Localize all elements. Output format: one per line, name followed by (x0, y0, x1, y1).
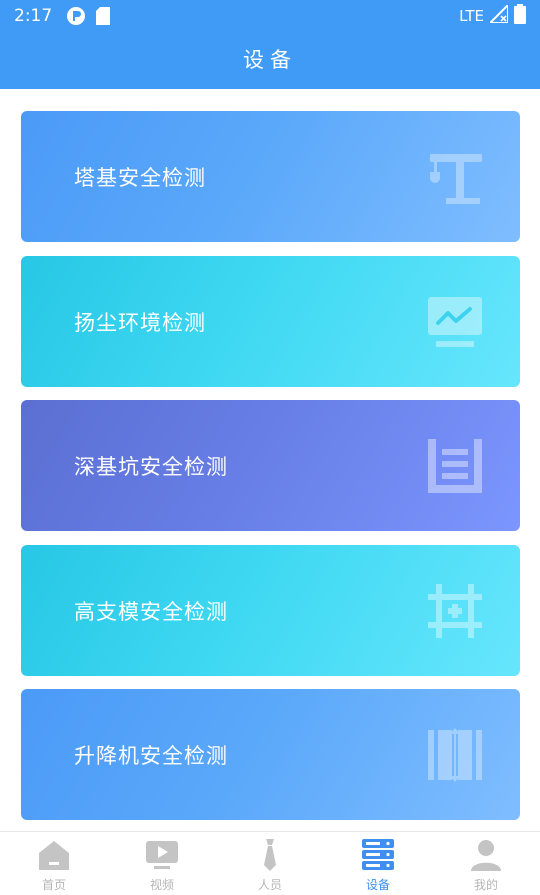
network-type: LTE (459, 7, 484, 25)
card-dust-environment[interactable]: 扬尘环境检测 (21, 256, 520, 387)
tab-mine[interactable]: 我的 (432, 832, 540, 895)
bottom-navigation: 首页 视频 人员 设备 我的 (0, 831, 540, 895)
user-icon (471, 840, 501, 871)
status-bar: 2:17 LTE (0, 0, 540, 32)
card-label: 深基坑安全检测 (74, 454, 228, 479)
card-deep-foundation-pit[interactable]: 深基坑安全检测 (21, 400, 520, 531)
card-elevator[interactable]: 升降机安全检测 (21, 689, 520, 820)
card-label: 升降机安全检测 (74, 743, 228, 768)
page-title: 设备 (243, 48, 297, 72)
device-card-list: 塔基安全检测 扬尘环境检测 深基坑安全检测 高支模安全检测 升降机安全检测 (0, 89, 540, 831)
server-icon (362, 839, 394, 870)
tab-home[interactable]: 首页 (0, 832, 108, 895)
card-label: 扬尘环境检测 (74, 310, 206, 335)
home-icon (39, 841, 69, 870)
card-tower-crane[interactable]: 塔基安全检测 (21, 111, 520, 242)
monitor-chart-icon (428, 296, 482, 347)
tower-crane-icon (430, 153, 482, 204)
tab-label: 人员 (257, 878, 282, 892)
tab-label: 设备 (365, 878, 390, 892)
tab-label: 首页 (41, 878, 66, 892)
tab-video[interactable]: 视频 (108, 832, 216, 895)
pit-icon (428, 438, 482, 493)
elevator-icon (428, 727, 482, 782)
app-header: 2:17 LTE 设备 (0, 0, 540, 89)
tie-icon (264, 839, 276, 871)
tab-personnel[interactable]: 人员 (216, 832, 324, 895)
card-label: 塔基安全检测 (74, 165, 206, 190)
scaffold-grid-icon (428, 583, 482, 638)
tab-devices[interactable]: 设备 (324, 832, 432, 895)
card-label: 高支模安全检测 (74, 599, 228, 624)
app-notification-icon (66, 6, 86, 26)
battery-icon (514, 4, 526, 28)
status-time: 2:17 (14, 6, 53, 26)
card-high-formwork[interactable]: 高支模安全检测 (21, 545, 520, 676)
tab-label: 视频 (149, 878, 174, 892)
tab-label: 我的 (473, 878, 498, 892)
signal-icon (487, 2, 509, 27)
sd-card-icon (96, 7, 111, 25)
video-icon (146, 841, 178, 869)
